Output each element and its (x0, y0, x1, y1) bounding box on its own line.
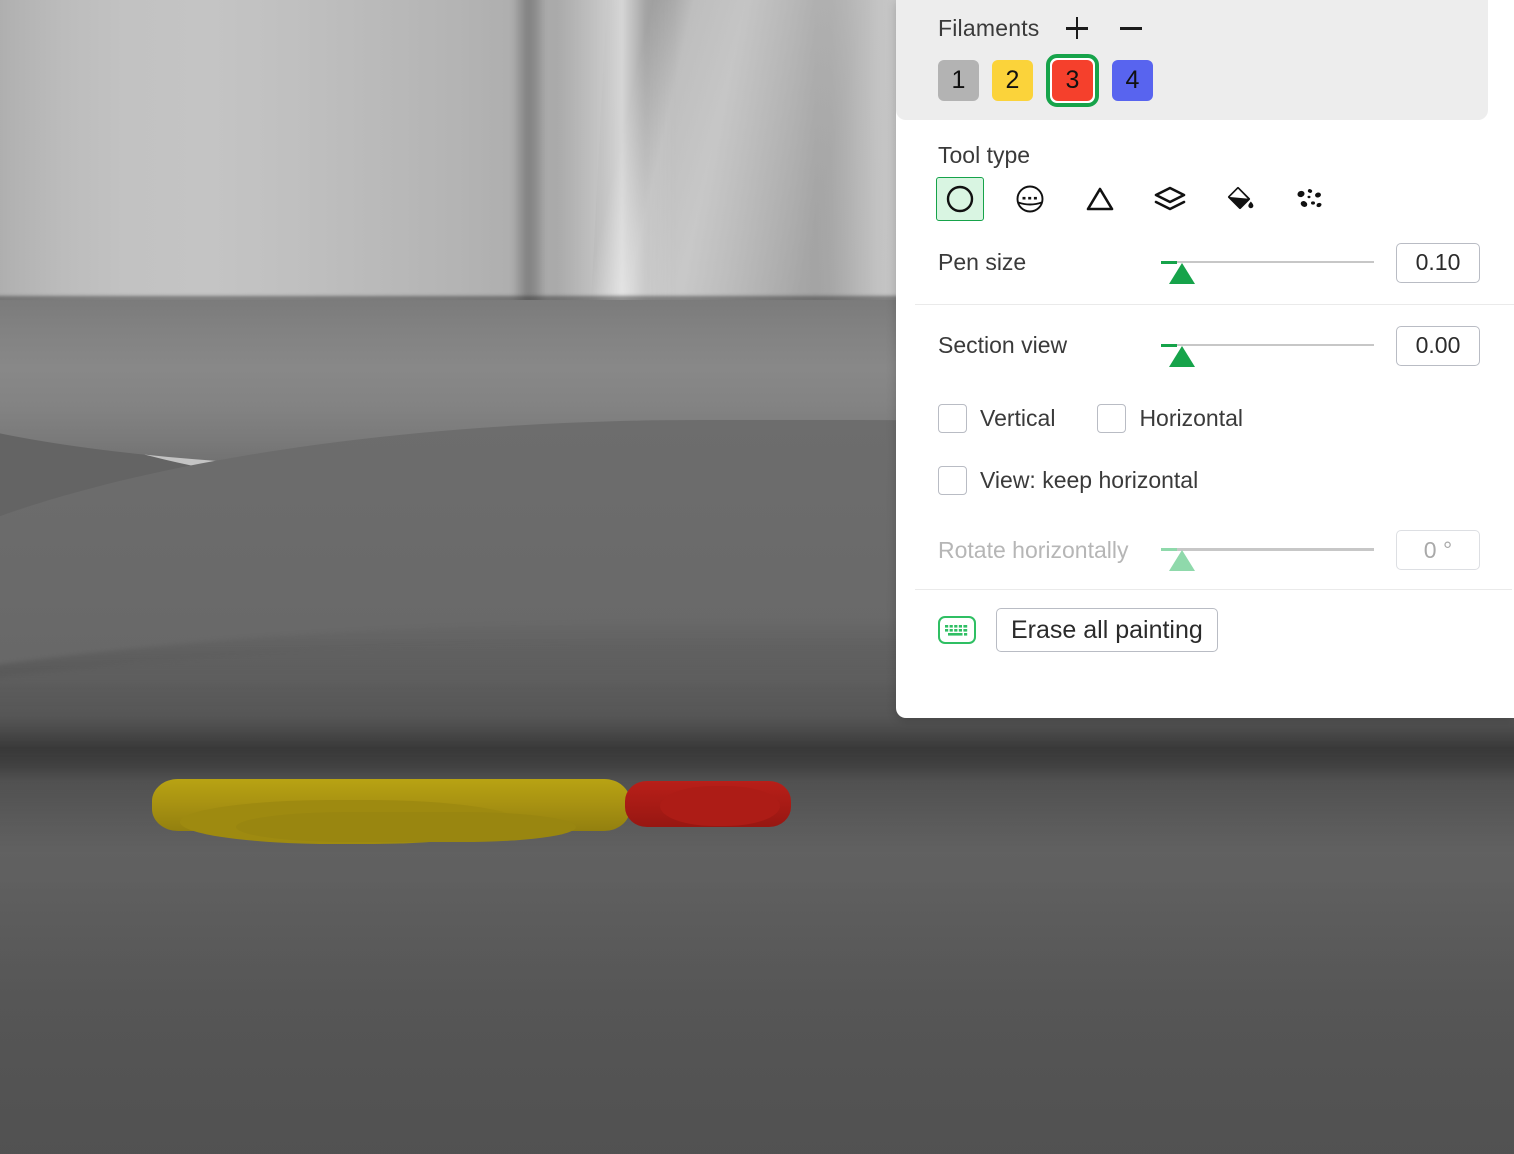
panel-footer: Erase all painting (896, 589, 1514, 671)
pen-size-label: Pen size (938, 249, 1027, 275)
vertical-checkbox-label: Vertical (980, 404, 1056, 431)
yellow-paint-stroke-lobe-lower (236, 812, 576, 842)
view-keep-horizontal-label: View: keep horizontal (980, 466, 1199, 493)
filaments-header: Filaments (896, 0, 1488, 48)
paint-bucket-icon (1227, 186, 1254, 210)
pen-size-input[interactable]: 0.10 (1396, 242, 1480, 283)
section-view-row: Section view 0.00 (896, 304, 1514, 387)
filament-swatch-4-wrap: 4 (1112, 60, 1153, 101)
filament-swatch-1[interactable]: 1 (938, 60, 979, 101)
orientation-checkbox-row: Vertical Horizontal (896, 387, 1514, 449)
height-range-tool-button[interactable] (1146, 177, 1194, 221)
section-view-label: Section view (938, 332, 1068, 358)
horizontal-checkbox-item[interactable]: Horizontal (1097, 403, 1243, 433)
pen-size-slider[interactable] (1161, 248, 1374, 284)
paint-tool-panel: Filaments 1 2 3 4 Tool type Pen size 0.1… (896, 0, 1514, 718)
sphere-tool-button[interactable] (1006, 177, 1054, 221)
filament-swatch-1-wrap: 1 (938, 60, 979, 101)
erase-all-painting-button[interactable]: Erase all painting (996, 608, 1218, 652)
smart-fill-tool-button[interactable] (1286, 177, 1334, 221)
view-keep-horizontal-row: View: keep horizontal (896, 449, 1514, 511)
section-view-input[interactable]: 0.00 (1396, 325, 1480, 366)
vertical-checkbox-item[interactable]: Vertical (938, 403, 1056, 433)
fill-tool-button[interactable] (1216, 177, 1264, 221)
remove-filament-button[interactable] (1114, 11, 1148, 45)
horizontal-checkbox[interactable] (1097, 403, 1127, 433)
app-root: Filaments 1 2 3 4 Tool type Pen size 0.1… (0, 0, 1514, 1154)
pen-size-row: Pen size 0.10 (896, 221, 1514, 304)
filament-swatch-3-wrap-selected: 3 (1046, 54, 1099, 107)
rotate-horizontally-slider[interactable] (1161, 535, 1374, 571)
layers-icon (1154, 186, 1186, 211)
filament-swatch-2-wrap: 2 (992, 60, 1033, 101)
rotate-horizontally-slider-thumb[interactable] (1169, 550, 1195, 571)
section-view-slider[interactable] (1161, 331, 1374, 367)
filament-swatch-2[interactable]: 2 (992, 60, 1033, 101)
rotate-horizontally-label: Rotate horizontally (938, 536, 1129, 563)
pen-size-slider-thumb[interactable] (1169, 262, 1195, 284)
filament-swatch-4[interactable]: 4 (1112, 60, 1153, 101)
rotate-horizontally-row: Rotate horizontally 0 ° (896, 511, 1514, 589)
triangle-tool-button[interactable] (1076, 177, 1124, 221)
keyboard-icon[interactable] (938, 616, 976, 644)
model-bottom-shading (0, 880, 1514, 1154)
triangle-icon (1086, 187, 1114, 211)
view-keep-horizontal-item[interactable]: View: keep horizontal (938, 465, 1199, 495)
tool-type-row (896, 169, 1514, 221)
filaments-title: Filaments (938, 14, 1040, 41)
filaments-section: Filaments 1 2 3 4 (896, 0, 1488, 120)
circle-icon (946, 185, 974, 213)
keyboard-glyph (945, 624, 968, 636)
view-keep-horizontal-checkbox[interactable] (938, 465, 967, 495)
scatter-dots-icon (1297, 189, 1322, 208)
add-filament-button[interactable] (1060, 11, 1094, 45)
tool-type-title: Tool type (938, 142, 1031, 168)
rotate-horizontally-input[interactable]: 0 ° (1396, 530, 1480, 570)
section-view-slider-thumb[interactable] (1169, 345, 1195, 367)
horizontal-checkbox-label: Horizontal (1139, 404, 1243, 431)
vertical-checkbox[interactable] (938, 403, 967, 433)
red-paint-stroke-lobe (660, 786, 780, 826)
circle-tool-button[interactable] (936, 177, 984, 221)
filament-swatch-3[interactable]: 3 (1052, 60, 1093, 101)
sphere-icon (1016, 185, 1044, 213)
filament-swatch-row: 1 2 3 4 (896, 48, 1488, 107)
